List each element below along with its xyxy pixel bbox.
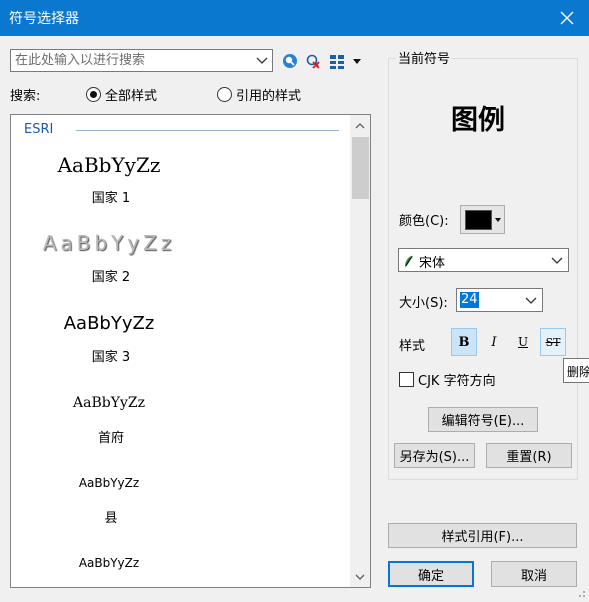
chevron-down-icon: [525, 297, 537, 304]
size-value[interactable]: 24: [460, 292, 479, 308]
symbol-name-country-2[interactable]: 国家 2: [11, 266, 211, 285]
symbol-name-country-3[interactable]: 国家 3: [11, 346, 211, 365]
symbol-sample-country-1[interactable]: AaBbYyZz: [11, 153, 207, 177]
chevron-up-icon: [355, 123, 365, 129]
group-divider: [76, 130, 339, 131]
view-mode-button[interactable]: [329, 53, 363, 71]
style-label: 样式: [399, 339, 426, 354]
cancel-button[interactable]: 取消: [491, 561, 577, 587]
symbol-name-county[interactable]: 县: [11, 507, 211, 526]
ok-button[interactable]: 确定: [388, 561, 474, 587]
symbol-sample-capital[interactable]: AaBbYyZz: [11, 395, 207, 411]
caret-down-icon: [495, 218, 501, 222]
radio-referenced-styles[interactable]: 引用的样式: [217, 85, 301, 104]
scroll-thumb[interactable]: [352, 137, 369, 199]
symbol-name-country-1[interactable]: 国家 1: [11, 187, 211, 206]
symbol-sample-country-3[interactable]: AaBbYyZz: [11, 313, 207, 334]
resize-grip[interactable]: [574, 586, 586, 598]
radio-all-styles[interactable]: 全部样式: [86, 85, 157, 104]
grid-view-icon: [330, 55, 344, 69]
font-select[interactable]: 宋体: [398, 248, 569, 272]
bold-button[interactable]: B: [451, 328, 477, 356]
symbol-preview: 图例: [451, 105, 505, 136]
save-as-button[interactable]: 另存为(S)...: [394, 443, 475, 468]
size-label: 大小(S):: [399, 296, 448, 311]
clear-search-button[interactable]: [304, 52, 322, 70]
radio-indicator[interactable]: [86, 87, 101, 102]
color-label: 颜色(C):: [399, 214, 449, 229]
cjk-direction-checkbox[interactable]: CJK 字符方向: [399, 370, 496, 389]
italic-button[interactable]: I: [481, 328, 507, 356]
scroll-up-button[interactable]: [350, 116, 370, 136]
edit-symbol-button[interactable]: 编辑符号(E)...: [428, 407, 538, 432]
symbol-sample-county[interactable]: AaBbYyZz: [11, 476, 207, 490]
symbol-name-capital[interactable]: 首府: [11, 427, 211, 446]
symbol-list[interactable]: ESRI AaBbYyZz 国家 1 AaBbYyZz 国家 2 AaBbYyZ…: [10, 114, 371, 588]
search-scope-label: 搜索:: [10, 89, 41, 104]
radio-referenced-styles-label: 引用的样式: [236, 89, 302, 104]
radio-indicator[interactable]: [217, 87, 232, 102]
strikethrough-button[interactable]: ST: [540, 328, 566, 356]
scroll-down-button[interactable]: [350, 567, 370, 587]
chevron-down-icon[interactable]: [256, 53, 268, 67]
search-button[interactable]: [281, 52, 299, 70]
symbol-sample-country-2[interactable]: AaBbYyZz: [11, 231, 207, 255]
tooltip: 删除: [563, 358, 589, 383]
font-type-icon: [405, 255, 413, 267]
style-references-button[interactable]: 样式引用(F)...: [388, 523, 577, 548]
title-bar: 符号选择器: [0, 0, 589, 36]
chevron-down-icon: [551, 257, 563, 264]
window-title: 符号选择器: [9, 11, 79, 27]
color-picker-button[interactable]: [460, 205, 505, 234]
current-symbol-label: 当前符号: [396, 48, 453, 67]
color-swatch: [465, 210, 492, 230]
search-input[interactable]: [11, 50, 249, 71]
resize-grip-icon: [579, 591, 585, 597]
radio-all-styles-label: 全部样式: [105, 89, 158, 104]
search-input-combo[interactable]: [10, 49, 273, 72]
caret-down-icon: [353, 59, 361, 64]
underline-button[interactable]: U: [510, 328, 536, 356]
group-header-esri: ESRI: [24, 122, 54, 137]
search-icon: [283, 54, 297, 68]
close-icon: [560, 11, 574, 25]
vertical-scrollbar[interactable]: [350, 115, 370, 587]
chevron-down-icon: [355, 574, 365, 580]
symbol-sample-next[interactable]: AaBbYyZz: [11, 556, 207, 570]
cjk-direction-label: CJK 字符方向: [418, 374, 496, 389]
close-button[interactable]: [545, 0, 589, 36]
clear-search-icon: [306, 54, 320, 69]
font-value: 宋体: [419, 256, 446, 271]
checkbox-box[interactable]: [399, 372, 414, 387]
reset-button[interactable]: 重置(R): [486, 443, 572, 468]
size-select[interactable]: 24: [456, 288, 543, 312]
